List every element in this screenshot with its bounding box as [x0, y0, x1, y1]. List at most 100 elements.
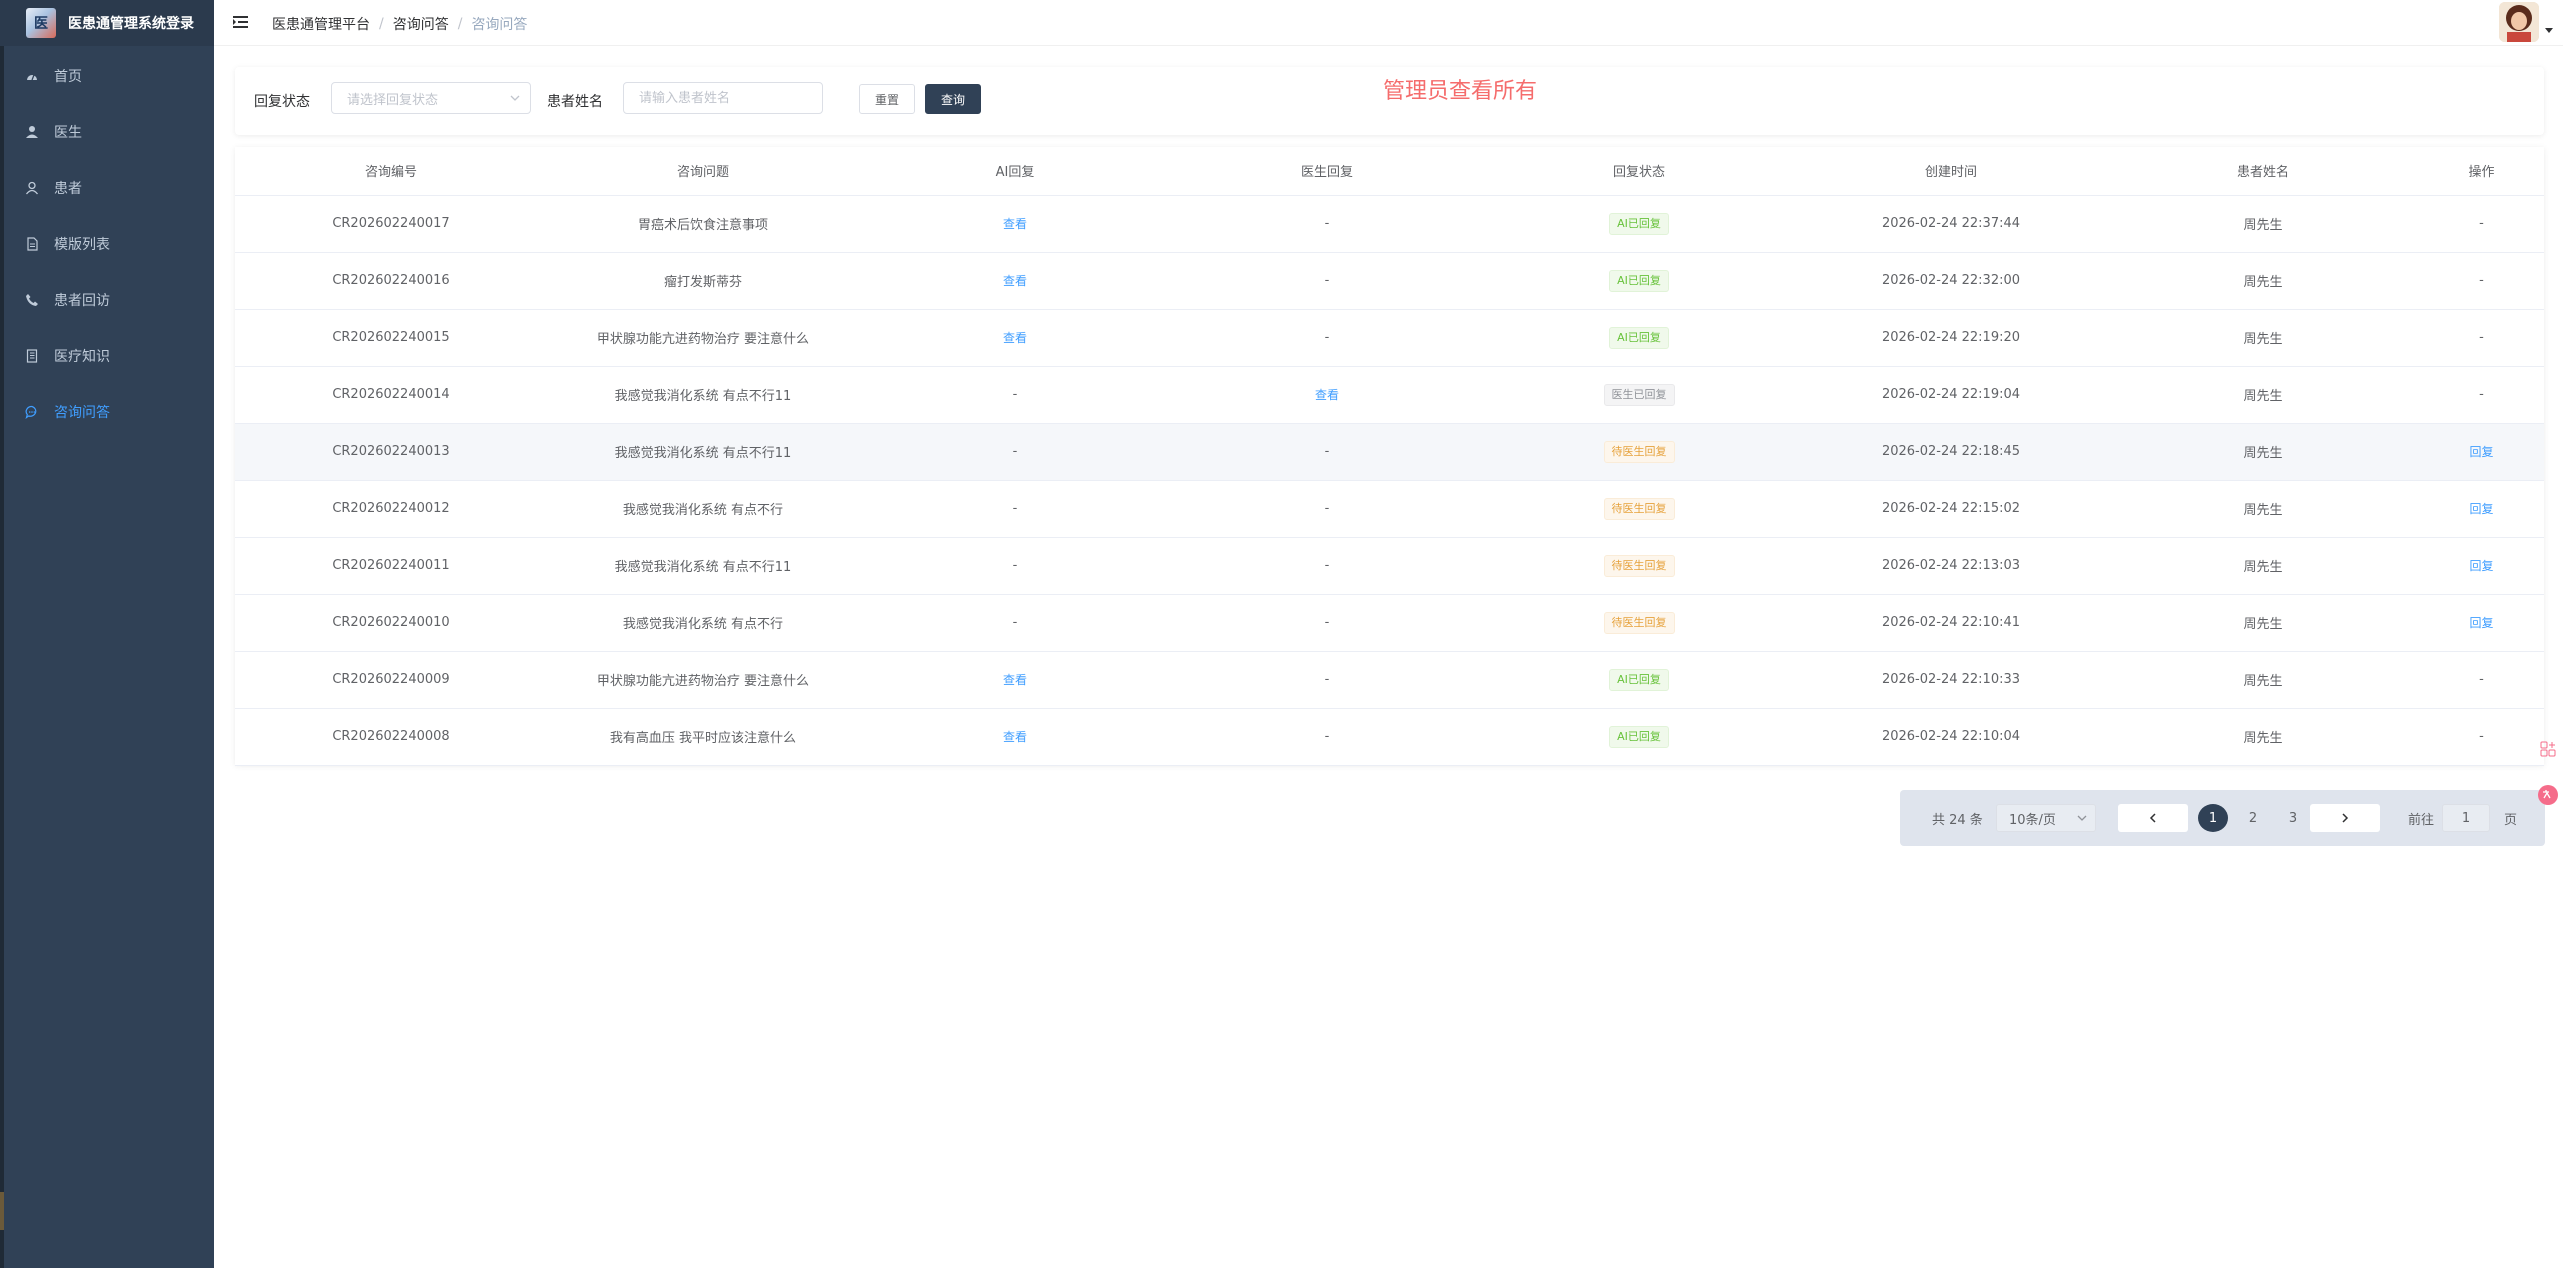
table-row[interactable]: CR202602240009 甲状腺功能亢进药物治疗 要注意什么 查看 - AI已回复 2…	[235, 651, 2544, 709]
sidebar-item-5[interactable]: 医疗知识	[0, 328, 214, 384]
status-badge: AI已回复	[1609, 668, 1669, 691]
patient-name-input[interactable]	[623, 82, 823, 114]
consult-question-cell: 瘤打发斯蒂芬	[547, 252, 859, 310]
table-row[interactable]: CR202602240012 我感觉我消化系统 有点不行 - - 待医生回复 2026-0…	[235, 480, 2544, 538]
search-form: 回复状态 请选择回复状态 患者姓名 重置 查询 管理员查看所有	[235, 67, 2544, 135]
sidebar-item-3[interactable]: 模版列表	[0, 216, 214, 272]
prev-page-button[interactable]	[2118, 804, 2188, 832]
reply-action: -	[2479, 330, 2484, 345]
goto-page-input[interactable]	[2442, 804, 2490, 832]
consult-id-cell: CR202602240013	[235, 423, 547, 481]
avatar-portrait-icon	[2499, 2, 2539, 42]
reply-action: -	[2479, 672, 2484, 687]
float-translate-icon[interactable]	[2537, 784, 2559, 806]
page-size-select[interactable]: 10条/页	[1996, 804, 2096, 832]
doctor-reply: -	[1324, 216, 1330, 231]
consult-id: CR202602240013	[332, 444, 450, 459]
ai-reply: -	[1012, 558, 1018, 573]
avatar-caret-icon[interactable]	[2545, 28, 2553, 33]
reply-action-link[interactable]: 回复	[2469, 559, 2493, 573]
reply-action-cell: -	[2419, 708, 2544, 766]
consult-id-cell: CR202602240016	[235, 252, 547, 310]
pagination-total: 共 24 条	[1932, 813, 1983, 828]
created-time-cell: 2026-02-24 22:19:20	[1795, 309, 2107, 367]
hamburger-icon[interactable]	[232, 13, 250, 31]
created-time-cell: 2026-02-24 22:15:02	[1795, 480, 2107, 538]
sidebar-item-label: 模版列表	[54, 237, 110, 253]
consult-id: CR202602240008	[332, 729, 450, 744]
patient-name-cell: 周先生	[2107, 423, 2419, 481]
pagination: 共 24 条 10条/页 123 前往 页	[1900, 790, 2545, 846]
ai-reply: -	[1012, 444, 1018, 459]
table-row[interactable]: CR202602240008 我有高血压 我平时应该注意什么 查看 - AI已回复 202…	[235, 708, 2544, 766]
reply-action-link[interactable]: 回复	[2469, 502, 2493, 516]
breadcrumb-item-home[interactable]: 医患通管理平台	[272, 14, 370, 34]
ai-reply-link[interactable]: 查看	[1003, 730, 1027, 744]
patient-name-cell: 周先生	[2107, 195, 2419, 253]
status-cell: 待医生回复	[1483, 423, 1795, 481]
sidebar-item-4[interactable]: 患者回访	[0, 272, 214, 328]
consult-id-cell: CR202602240008	[235, 708, 547, 766]
reply-action-cell: 回复	[2419, 480, 2544, 538]
created-time-cell: 2026-02-24 22:13:03	[1795, 537, 2107, 595]
reset-button[interactable]: 重置	[859, 84, 915, 114]
patient-name: 周先生	[2243, 731, 2283, 746]
doctor-reply-cell: 查看	[1171, 366, 1483, 424]
chevron-down-icon	[2077, 815, 2087, 821]
status-cell: 待医生回复	[1483, 537, 1795, 595]
ai-reply-link[interactable]: 查看	[1003, 217, 1027, 231]
page-size-value: 10条/页	[2009, 812, 2056, 828]
doctor-reply-link[interactable]: 查看	[1315, 388, 1339, 402]
breadcrumb-item-consult[interactable]: 咨询问答	[393, 14, 449, 34]
query-button[interactable]: 查询	[925, 84, 981, 114]
reply-action-link[interactable]: 回复	[2469, 616, 2493, 630]
page-number-2[interactable]: 2	[2238, 804, 2268, 832]
table-row[interactable]: CR202602240011 我感觉我消化系统 有点不行11 - - 待医生回复 2026…	[235, 537, 2544, 595]
consult-question-cell: 我感觉我消化系统 有点不行	[547, 594, 859, 652]
doctor-reply-cell: -	[1171, 252, 1483, 310]
patient-name-cell: 周先生	[2107, 594, 2419, 652]
reply-action-link[interactable]: 回复	[2469, 445, 2493, 459]
dashboard-icon	[24, 68, 40, 84]
table-row[interactable]: CR202602240013 我感觉我消化系统 有点不行11 - - 待医生回复 2026…	[235, 423, 2544, 481]
created-time-cell: 2026-02-24 22:10:41	[1795, 594, 2107, 652]
ai-reply-link[interactable]: 查看	[1003, 274, 1027, 288]
sidebar-item-2[interactable]: 患者	[0, 160, 214, 216]
table-row[interactable]: CR202602240010 我感觉我消化系统 有点不行 - - 待医生回复 2026-0…	[235, 594, 2544, 652]
float-apps-icon[interactable]	[2537, 738, 2559, 760]
created-time: 2026-02-24 22:10:04	[1881, 729, 2021, 744]
next-page-button[interactable]	[2310, 804, 2380, 832]
patient-name-cell: 周先生	[2107, 651, 2419, 709]
sidebar-item-label: 首页	[54, 69, 82, 85]
created-time: 2026-02-24 22:15:02	[1881, 501, 2021, 516]
consult-id: CR202602240011	[332, 558, 450, 573]
sidebar-item-label: 医疗知识	[54, 349, 110, 365]
status-select[interactable]: 请选择回复状态	[331, 82, 531, 114]
sidebar-item-0[interactable]: 首页	[0, 48, 214, 104]
avatar[interactable]	[2499, 2, 2539, 42]
goto-label: 前往	[2408, 813, 2435, 828]
column-header: 操作	[2419, 147, 2544, 196]
doctor-reply-cell: -	[1171, 309, 1483, 367]
doctor-reply: -	[1324, 672, 1330, 687]
reply-action-cell: 回复	[2419, 423, 2544, 481]
table-row[interactable]: CR202602240016 瘤打发斯蒂芬 查看 - AI已回复 2026-02-24 2…	[235, 252, 2544, 310]
created-time: 2026-02-24 22:37:44	[1881, 216, 2021, 231]
sidebar-item-6[interactable]: 咨询问答	[0, 384, 214, 440]
sidebar-item-1[interactable]: 医生	[0, 104, 214, 160]
consult-question-cell: 我感觉我消化系统 有点不行11	[547, 537, 859, 595]
page-number-1[interactable]: 1	[2198, 804, 2228, 832]
ai-reply-link[interactable]: 查看	[1003, 673, 1027, 687]
chevron-right-icon	[2342, 813, 2349, 823]
sidebar: 医 医患通管理系统登录 首页医生 患者模版列表患者回访医疗知识咨询问答	[0, 0, 214, 1268]
created-time: 2026-02-24 22:10:33	[1881, 672, 2021, 687]
created-time-cell: 2026-02-24 22:18:45	[1795, 423, 2107, 481]
table-row[interactable]: CR202602240017 胃癌术后饮食注意事项 查看 - AI已回复 2026-02-…	[235, 195, 2544, 253]
column-header: 创建时间	[1795, 147, 2107, 196]
table-row[interactable]: CR202602240015 甲状腺功能亢进药物治疗 要注意什么 查看 - AI已回复 2…	[235, 309, 2544, 367]
brand[interactable]: 医 医患通管理系统登录	[0, 0, 214, 46]
admin-note: 管理员查看所有	[1383, 79, 1538, 104]
table-row[interactable]: CR202602240014 我感觉我消化系统 有点不行11 - 查看 医生已回复 202…	[235, 366, 2544, 424]
ai-reply-link[interactable]: 查看	[1003, 331, 1027, 345]
page-number-3[interactable]: 3	[2278, 804, 2308, 832]
